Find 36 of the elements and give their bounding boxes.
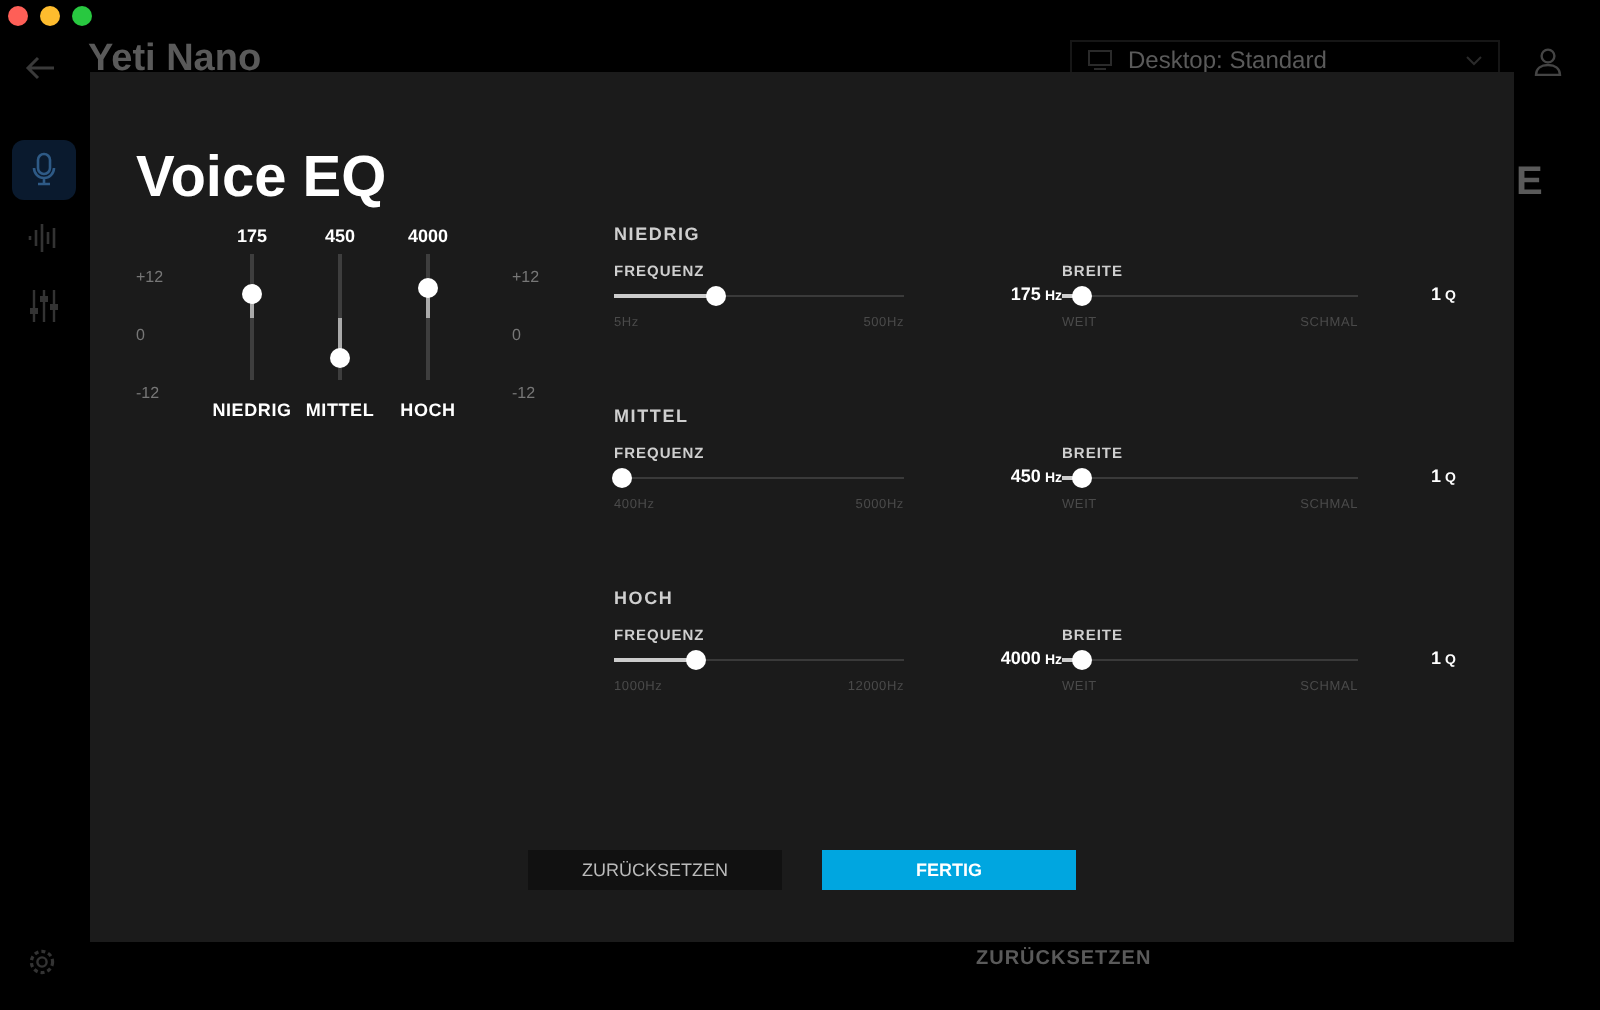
scale-label: -12 (136, 382, 162, 406)
scale-label: +12 (512, 266, 540, 290)
band-heading: MITTEL (614, 404, 691, 430)
slider-thumb[interactable] (242, 284, 262, 305)
band-heading: NIEDRIG (614, 222, 703, 248)
slider-thumb[interactable] (685, 650, 706, 670)
slider-thumb[interactable] (612, 468, 633, 488)
band-value: 175 (236, 224, 268, 250)
scale-label: 0 (136, 324, 147, 348)
slider-thumb[interactable] (1072, 650, 1093, 670)
heading-fragment: E (1516, 158, 1543, 208)
sidebar-item[interactable] (12, 140, 76, 200)
band-label: MITTEL (305, 398, 375, 424)
scale-label: 0 (512, 324, 523, 348)
monitor-icon (1088, 50, 1112, 70)
band-value: 4000 (407, 224, 449, 250)
slider-thumb[interactable] (330, 348, 350, 369)
done-button[interactable]: FERTIG (822, 850, 1076, 890)
slider-thumb[interactable] (418, 278, 438, 299)
modal-title: Voice EQ (136, 144, 389, 212)
sliders-icon (28, 288, 60, 324)
band-label: NIEDRIG (212, 398, 292, 424)
band-label: HOCH (400, 398, 456, 424)
microphone-icon (28, 152, 60, 188)
caret-icon (1466, 55, 1482, 65)
slider-thumb[interactable] (1072, 286, 1093, 306)
app-title: Yeti Nano (88, 40, 262, 80)
reset-label: ZURÜCKSETZEN (976, 945, 1152, 974)
slider-thumb[interactable] (705, 286, 726, 306)
band-value: 450 (324, 224, 356, 250)
band-heading: HOCH (614, 586, 676, 612)
slider-thumb[interactable] (1072, 468, 1093, 488)
reset-button[interactable]: ZURÜCKSETZEN (528, 850, 782, 890)
scale-label: -12 (512, 382, 538, 406)
scale-label: +12 (136, 266, 166, 290)
waveform-icon (28, 220, 60, 256)
